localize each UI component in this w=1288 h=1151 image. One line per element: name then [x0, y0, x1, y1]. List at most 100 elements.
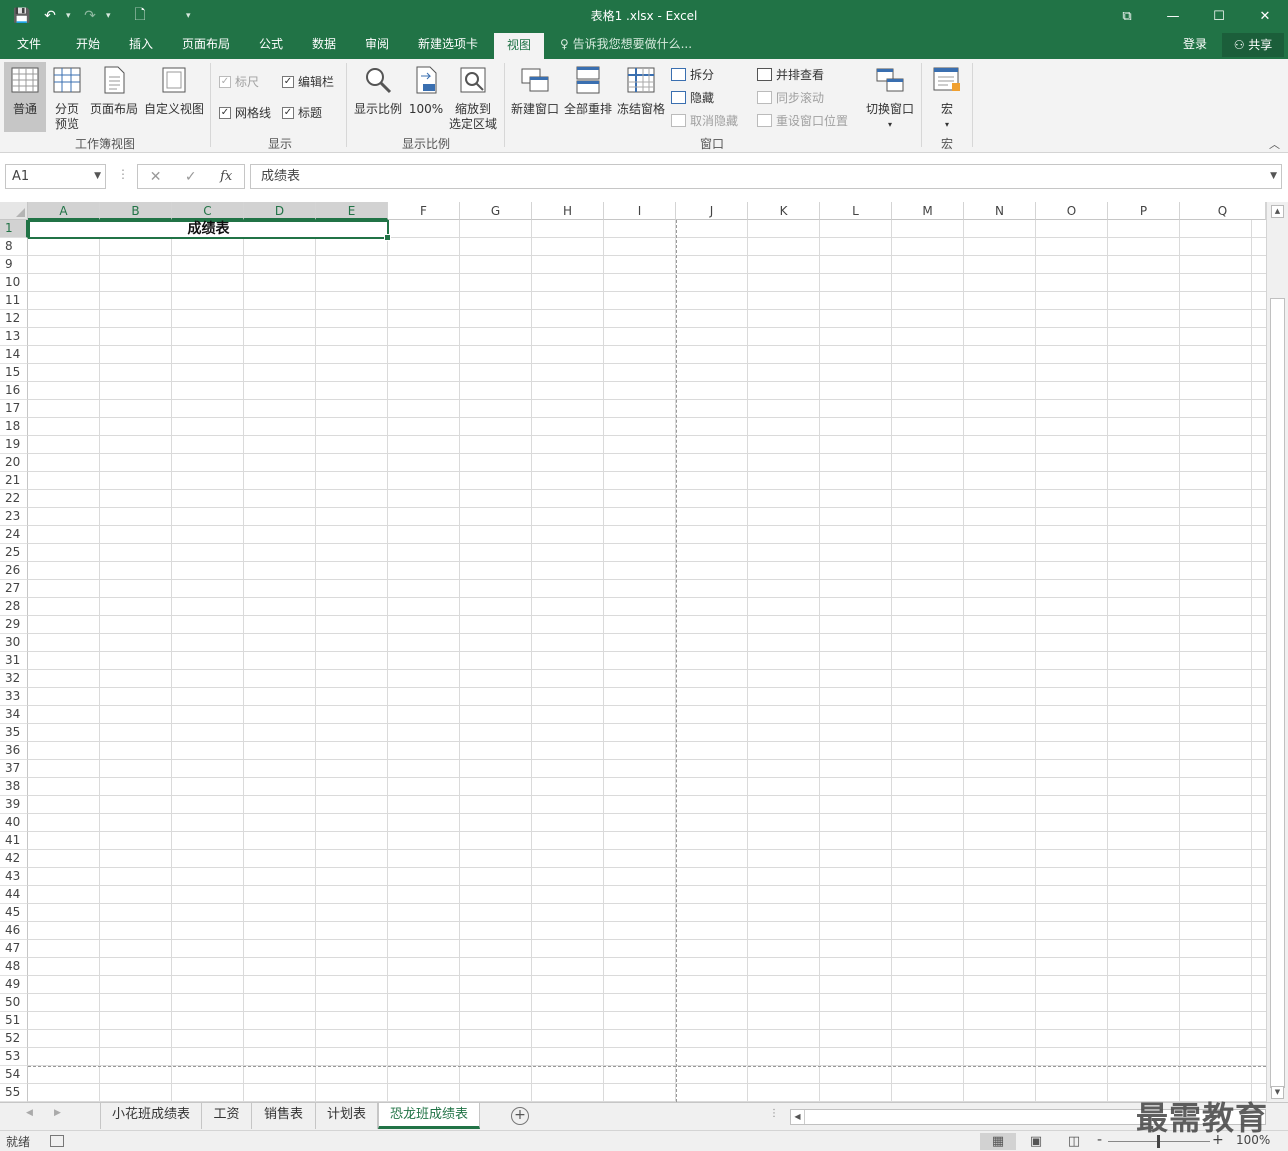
reset-window-position-button[interactable]: 重设窗口位置 — [757, 112, 848, 129]
row-header[interactable]: 49 — [0, 976, 28, 994]
headings-checkbox[interactable]: ✓ 标题 — [282, 104, 322, 121]
page-break-preview-button[interactable]: 分页 预览 — [48, 62, 86, 132]
freeze-panes-button[interactable]: 冻结窗格 — [616, 62, 666, 132]
tab-data[interactable]: 数据 — [300, 32, 348, 59]
enter-icon[interactable]: ✓ — [185, 169, 197, 185]
arrange-all-button[interactable]: 全部重排 — [562, 62, 614, 132]
row-header[interactable]: 33 — [0, 688, 28, 706]
row-header[interactable]: 8 — [0, 238, 28, 256]
row-header[interactable]: 28 — [0, 598, 28, 616]
insert-function-icon[interactable]: fx — [220, 169, 232, 184]
row-header[interactable]: 44 — [0, 886, 28, 904]
tab-new-tab[interactable]: 新建选项卡 — [406, 32, 490, 59]
cell-area[interactable] — [28, 220, 1266, 1102]
row-header[interactable]: 45 — [0, 904, 28, 922]
sheet-tab-sales[interactable]: 销售表 — [252, 1103, 316, 1129]
row-header[interactable]: 19 — [0, 436, 28, 454]
row-header[interactable]: 18 — [0, 418, 28, 436]
next-sheet-icon[interactable]: ▶ — [54, 1108, 61, 1118]
gridlines-checkbox[interactable]: ✓ 网格线 — [219, 104, 271, 121]
column-header[interactable]: G — [460, 202, 532, 220]
tab-review[interactable]: 审阅 — [352, 32, 402, 59]
zoom-out-icon[interactable]: - — [1097, 1132, 1102, 1148]
row-header[interactable]: 50 — [0, 994, 28, 1012]
row-header[interactable]: 27 — [0, 580, 28, 598]
row-header[interactable]: 15 — [0, 364, 28, 382]
column-header[interactable]: D — [244, 202, 316, 220]
collapse-ribbon-icon[interactable]: ︿ — [1269, 136, 1280, 152]
sheet-tab-xiaohua[interactable]: 小花班成绩表 — [100, 1103, 202, 1129]
row-header[interactable]: 36 — [0, 742, 28, 760]
save-icon[interactable]: 💾 — [10, 4, 34, 28]
ribbon-display-options-icon[interactable]: ⧉ — [1104, 0, 1150, 32]
row-header[interactable]: 20 — [0, 454, 28, 472]
tab-insert[interactable]: 插入 — [116, 32, 166, 59]
row-header[interactable]: 54 — [0, 1066, 28, 1084]
ruler-checkbox[interactable]: ✓ 标尺 — [219, 73, 259, 90]
tab-home[interactable]: 开始 — [62, 32, 114, 59]
formula-bar-checkbox[interactable]: ✓ 编辑栏 — [282, 73, 334, 90]
column-header[interactable]: Q — [1180, 202, 1266, 220]
customize-qat-icon[interactable]: ▾ — [186, 11, 194, 21]
normal-view-status-icon[interactable]: ▦ — [980, 1133, 1016, 1150]
redo-dropdown-icon[interactable]: ▾ — [106, 11, 114, 21]
new-file-icon[interactable]: 🗋 — [128, 4, 152, 28]
row-header[interactable]: 38 — [0, 778, 28, 796]
row-header[interactable]: 43 — [0, 868, 28, 886]
zoom-to-selection-button[interactable]: 缩放到 选定区域 — [448, 62, 498, 132]
column-header[interactable]: B — [100, 202, 172, 220]
tab-page-layout[interactable]: 页面布局 — [170, 32, 242, 59]
cancel-icon[interactable]: ✕ — [150, 169, 162, 185]
scroll-left-icon[interactable]: ◀ — [791, 1110, 805, 1124]
tab-view[interactable]: 视图 — [494, 33, 544, 59]
formula-input[interactable]: 成绩表 ▼ — [250, 164, 1282, 189]
name-box-dropdown-icon[interactable]: ▼ — [94, 165, 101, 188]
select-all-button[interactable] — [0, 202, 28, 220]
zoom-100-button[interactable]: 100% — [406, 62, 446, 132]
page-break-status-icon[interactable]: ◫ — [1056, 1133, 1092, 1150]
page-layout-status-icon[interactable]: ▣ — [1018, 1133, 1054, 1150]
row-header[interactable]: 34 — [0, 706, 28, 724]
vertical-scrollbar[interactable]: ▲ ▼ — [1266, 202, 1288, 1102]
undo-icon[interactable]: ↶ — [38, 4, 62, 28]
row-header[interactable]: 35 — [0, 724, 28, 742]
row-header[interactable]: 32 — [0, 670, 28, 688]
macros-button[interactable]: 宏 ▾ — [927, 62, 967, 132]
normal-view-button[interactable]: 普通 — [4, 62, 46, 132]
column-header[interactable]: H — [532, 202, 604, 220]
column-header[interactable]: I — [604, 202, 676, 220]
synchronous-scrolling-button[interactable]: 同步滚动 — [757, 89, 824, 106]
row-header[interactable]: 14 — [0, 346, 28, 364]
row-header[interactable]: 42 — [0, 850, 28, 868]
zoom-button[interactable]: 显示比例 — [352, 62, 404, 132]
row-header[interactable]: 30 — [0, 634, 28, 652]
row-header[interactable]: 17 — [0, 400, 28, 418]
row-header[interactable]: 53 — [0, 1048, 28, 1066]
tab-formulas[interactable]: 公式 — [246, 32, 296, 59]
sign-in-link[interactable]: 登录 — [1183, 32, 1207, 59]
row-header[interactable]: 24 — [0, 526, 28, 544]
row-header[interactable]: 25 — [0, 544, 28, 562]
column-header[interactable]: E — [316, 202, 388, 220]
row-header[interactable]: 51 — [0, 1012, 28, 1030]
column-header[interactable]: C — [172, 202, 244, 220]
macro-record-icon[interactable] — [50, 1135, 64, 1147]
row-header[interactable]: 23 — [0, 508, 28, 526]
maximize-icon[interactable]: ☐ — [1196, 0, 1242, 32]
column-header[interactable]: N — [964, 202, 1036, 220]
column-header[interactable]: L — [820, 202, 892, 220]
row-header[interactable]: 31 — [0, 652, 28, 670]
unhide-button[interactable]: 取消隐藏 — [671, 112, 738, 129]
row-header[interactable]: 11 — [0, 292, 28, 310]
vertical-scroll-thumb[interactable] — [1270, 298, 1285, 1088]
row-header[interactable]: 47 — [0, 940, 28, 958]
row-header[interactable]: 13 — [0, 328, 28, 346]
sheet-tab-konglong[interactable]: 恐龙班成绩表 — [378, 1103, 480, 1129]
row-header[interactable]: 1 — [0, 220, 28, 238]
column-header[interactable]: A — [28, 202, 100, 220]
column-header[interactable]: J — [676, 202, 748, 220]
switch-windows-button[interactable]: 切换窗口 ▾ — [864, 62, 916, 132]
row-header[interactable]: 55 — [0, 1084, 28, 1102]
tab-split-handle[interactable]: ⋮ — [769, 1108, 779, 1119]
new-window-button[interactable]: 新建窗口 — [510, 62, 560, 132]
